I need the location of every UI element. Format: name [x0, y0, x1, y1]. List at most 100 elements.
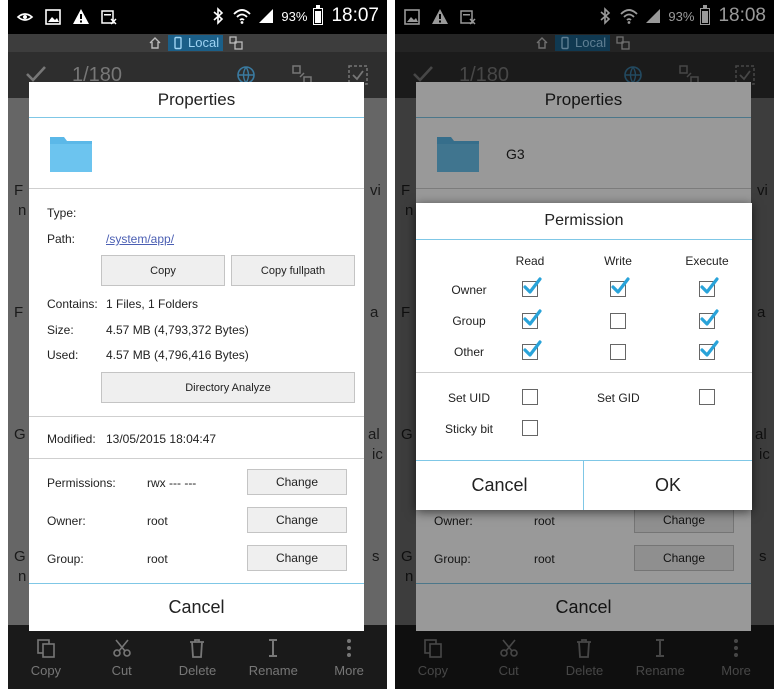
owner-read-checkbox[interactable]	[522, 281, 538, 297]
trash-icon	[573, 637, 595, 659]
modified-value: 13/05/2015 18:04:47	[106, 432, 217, 446]
row-other: Other	[453, 345, 484, 359]
set-gid-checkbox[interactable]	[699, 389, 715, 405]
battery-icon	[313, 4, 324, 25]
phone-icon	[558, 36, 572, 50]
copy-action[interactable]: Copy	[11, 625, 81, 689]
size-label: Size:	[47, 323, 74, 337]
rename-icon	[262, 637, 284, 659]
group-value: root	[147, 552, 168, 566]
other-read-checkbox[interactable]	[522, 344, 538, 360]
change-permissions-button[interactable]: Change	[247, 469, 347, 495]
list-item-fragment: al	[755, 426, 767, 443]
divider	[29, 458, 364, 459]
owner-label: Owner:	[434, 514, 473, 528]
group-execute-checkbox[interactable]	[699, 313, 715, 329]
change-group-button[interactable]: Change	[634, 545, 734, 571]
properties-dialog: Properties Type: Path: /system/app/ Copy…	[29, 82, 364, 631]
scissors-icon	[498, 637, 520, 659]
used-label: Used:	[47, 348, 79, 362]
more-action[interactable]: More	[314, 625, 384, 689]
cut-action[interactable]: Cut	[87, 625, 157, 689]
used-value: 4.57 MB (4,796,416 Bytes)	[106, 348, 249, 362]
other-execute-checkbox[interactable]	[699, 344, 715, 360]
rename-action[interactable]: Rename	[625, 625, 695, 689]
cancel-button[interactable]: Cancel	[416, 584, 751, 631]
signal-icon	[257, 7, 275, 25]
copy-action[interactable]: Copy	[398, 625, 468, 689]
location-local[interactable]: Local	[555, 35, 611, 51]
location-local[interactable]: Local	[168, 35, 224, 51]
divider	[29, 188, 364, 189]
path-link[interactable]: /system/app/	[106, 232, 174, 246]
list-item-fragment: G	[14, 548, 26, 565]
list-item-fragment: vi	[370, 182, 381, 199]
sticky-bit-label: Sticky bit	[444, 422, 493, 436]
status-bar: 93% 18:08	[395, 0, 774, 34]
cancel-button[interactable]: Cancel	[29, 584, 364, 631]
directory-analyze-button[interactable]: Directory Analyze	[101, 372, 355, 403]
more-icon	[338, 637, 360, 659]
calendar-icon	[459, 8, 477, 26]
list-item-fragment: F	[14, 304, 24, 321]
delete-action[interactable]: Delete	[162, 625, 232, 689]
group-write-checkbox[interactable]	[610, 313, 626, 329]
network-icon[interactable]	[229, 36, 243, 50]
clock: 18:08	[718, 5, 766, 26]
home-icon[interactable]	[148, 36, 162, 50]
change-owner-button[interactable]: Change	[634, 507, 734, 533]
set-uid-label: Set UID	[447, 391, 490, 405]
group-value: root	[534, 552, 555, 566]
change-owner-button[interactable]: Change	[247, 507, 347, 533]
cut-action[interactable]: Cut	[474, 625, 544, 689]
copy-button[interactable]: Copy	[101, 255, 225, 286]
set-gid-label: Set GID	[597, 391, 640, 405]
ok-button[interactable]: OK	[584, 461, 752, 510]
owner-execute-checkbox[interactable]	[699, 281, 715, 297]
group-label: Group:	[434, 552, 471, 566]
group-read-checkbox[interactable]	[522, 313, 538, 329]
group-label: Group:	[47, 552, 84, 566]
list-item-fragment: G	[401, 548, 413, 565]
title-divider	[29, 117, 364, 118]
list-item-fragment: G	[14, 426, 26, 443]
list-item-fragment: n	[18, 568, 27, 585]
folder-icon	[435, 132, 481, 174]
battery-percent: 93%	[668, 8, 695, 24]
list-item-fragment: G	[401, 426, 413, 443]
list-item-fragment: n	[405, 568, 414, 585]
more-icon	[725, 637, 747, 659]
change-group-button[interactable]: Change	[247, 545, 347, 571]
location-bar: Local	[8, 34, 387, 52]
copy-fullpath-button[interactable]: Copy fullpath	[231, 255, 355, 286]
image-icon	[403, 8, 421, 26]
owner-write-checkbox[interactable]	[610, 281, 626, 297]
dialog-title: Properties	[544, 90, 623, 109]
home-icon[interactable]	[535, 36, 549, 50]
type-label: Type:	[47, 206, 77, 220]
other-write-checkbox[interactable]	[610, 344, 626, 360]
size-value: 4.57 MB (4,793,372 Bytes)	[106, 323, 249, 337]
bluetooth-icon	[209, 7, 227, 25]
signal-icon	[644, 7, 662, 25]
warning-icon	[431, 8, 449, 26]
divider	[416, 188, 751, 189]
list-item-fragment: al	[368, 426, 380, 443]
set-uid-checkbox[interactable]	[522, 389, 538, 405]
list-item-fragment: s	[372, 548, 380, 565]
cancel-button[interactable]: Cancel	[416, 461, 583, 510]
network-icon[interactable]	[616, 36, 630, 50]
wifi-icon	[620, 7, 638, 25]
list-item-fragment: a	[370, 304, 379, 321]
battery-level	[315, 10, 322, 23]
bottom-action-bar: Copy Cut Delete Rename More	[395, 625, 774, 689]
divider	[29, 416, 364, 417]
owner-value: root	[534, 514, 555, 528]
delete-action[interactable]: Delete	[549, 625, 619, 689]
phone-screen-left: 93% 18:07 Local 1/180 F vi n F a G al ic…	[8, 0, 387, 689]
phone-icon	[171, 36, 185, 50]
more-action[interactable]: More	[701, 625, 771, 689]
rename-action[interactable]: Rename	[238, 625, 308, 689]
owner-label: Owner:	[47, 514, 86, 528]
sticky-bit-checkbox[interactable]	[522, 420, 538, 436]
